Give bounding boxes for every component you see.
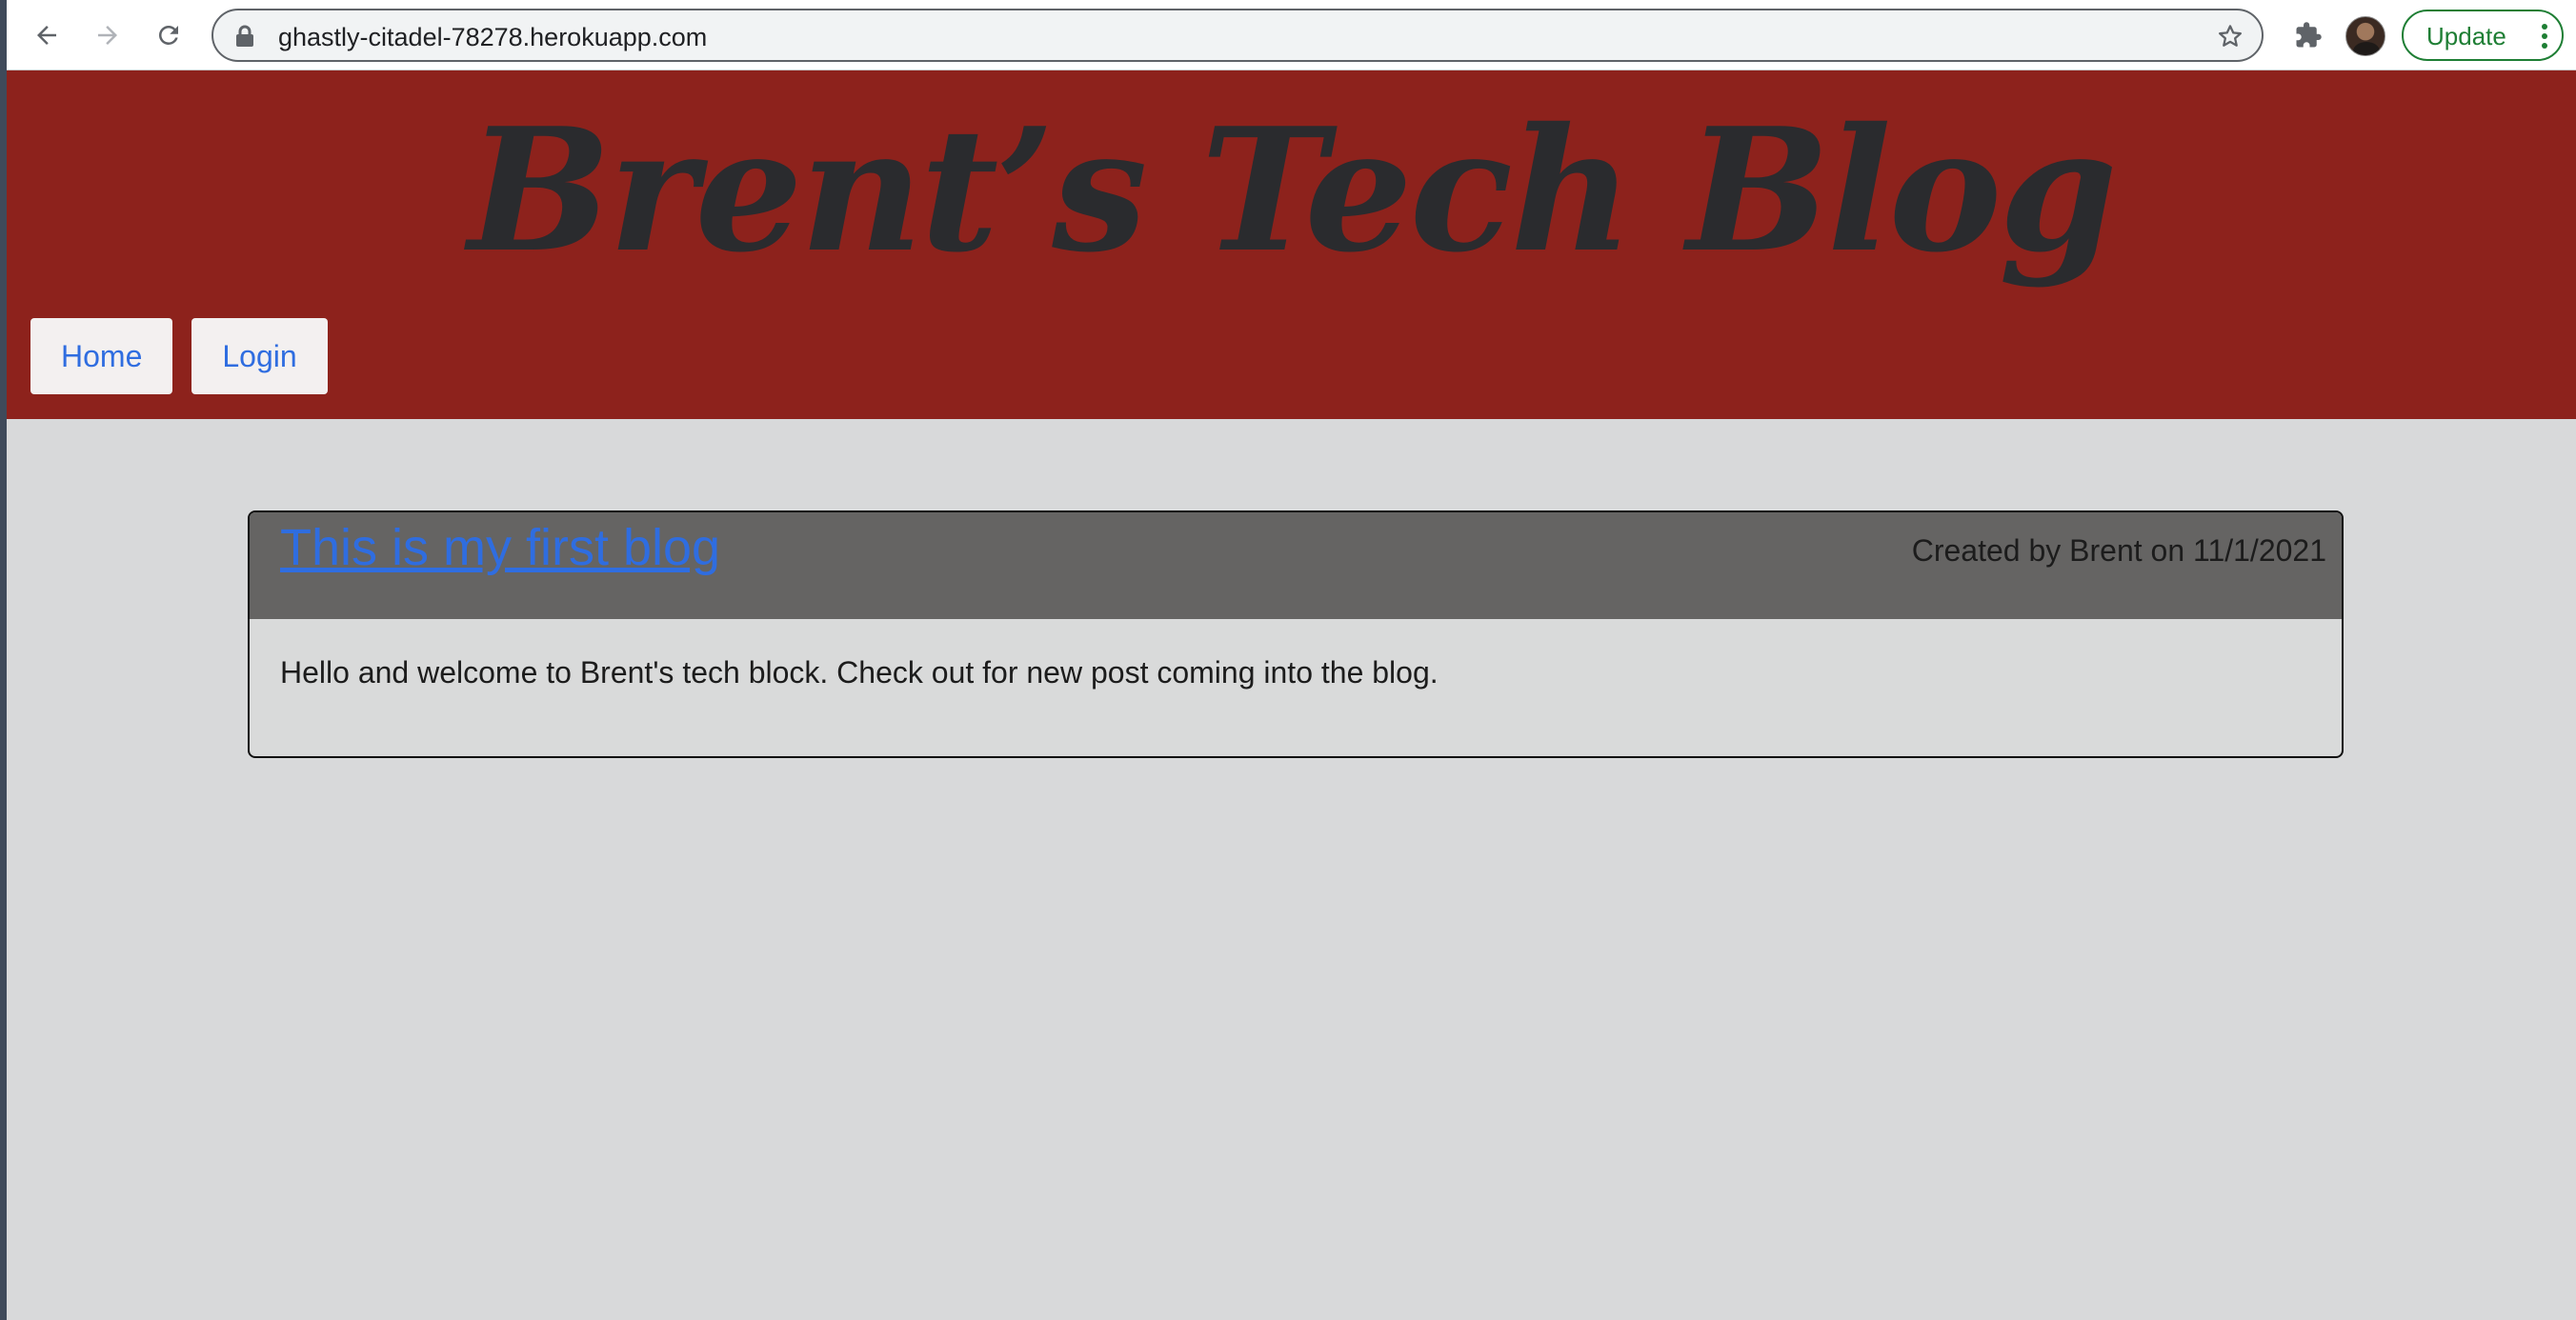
post-body: Hello and welcome to Brent's tech block.… [280, 655, 1439, 690]
url-text: ghastly-citadel-78278.herokuapp.com [278, 23, 708, 51]
reload-button[interactable] [147, 13, 191, 57]
nav-login-link[interactable]: Login [191, 318, 328, 394]
extensions-button[interactable] [2286, 13, 2330, 57]
post-header: This is my first blog Created by Brent o… [250, 512, 2342, 619]
back-button[interactable] [25, 13, 69, 57]
forward-arrow-icon [98, 26, 117, 45]
forward-button[interactable] [86, 13, 130, 57]
back-arrow-icon [37, 26, 56, 45]
kebab-menu-icon [2542, 24, 2547, 49]
site-title: Brent’s Tech Blog [468, 90, 2118, 290]
browser-toolbar: ghastly-citadel-78278.herokuapp.com Upda… [0, 0, 2576, 70]
star-icon[interactable] [2216, 22, 2244, 50]
post-meta: Created by Brent on 11/1/2021 [1911, 533, 2326, 568]
update-label: Update [2426, 22, 2506, 50]
reload-icon [158, 25, 178, 45]
profile-avatar[interactable] [2345, 16, 2385, 56]
window-edge [0, 0, 7, 1320]
site-nav: Home Login [30, 318, 328, 394]
update-button[interactable]: Update [2402, 10, 2564, 61]
address-bar[interactable]: ghastly-citadel-78278.herokuapp.com [211, 9, 2264, 62]
lock-icon [236, 25, 253, 47]
nav-home-link[interactable]: Home [30, 318, 173, 394]
site-header: Brent’s Tech Blog Home Login [7, 70, 2576, 419]
puzzle-icon [2296, 22, 2322, 48]
post-card: This is my first blog Created by Brent o… [248, 510, 2344, 758]
post-title-link[interactable]: This is my first blog [280, 516, 720, 579]
